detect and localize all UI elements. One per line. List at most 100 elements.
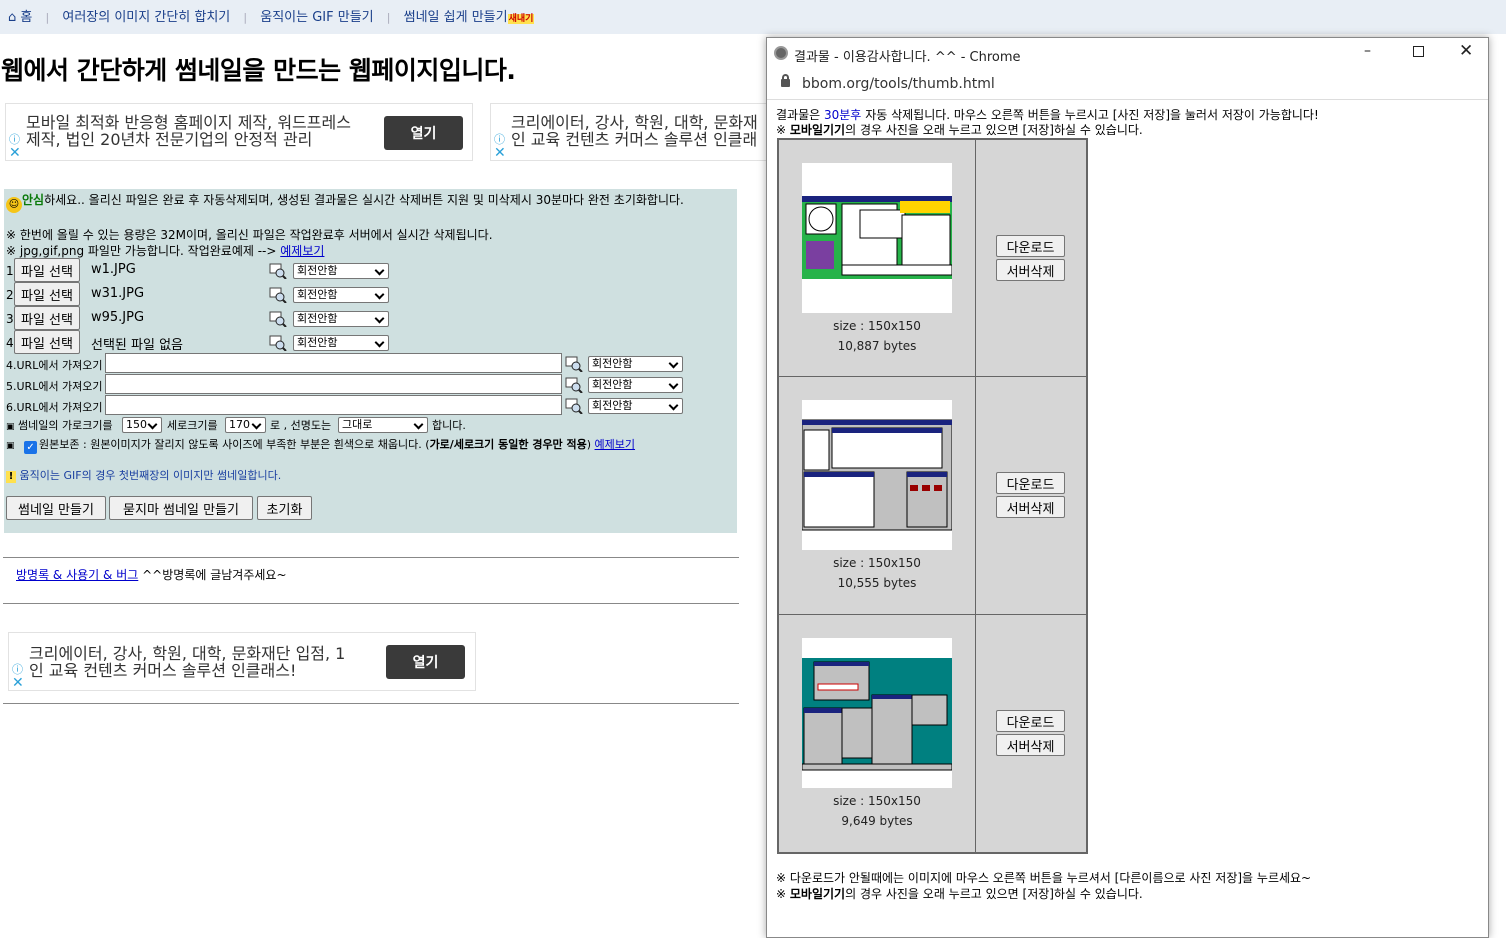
notice-line: ☺ 안심하세요.. 올리신 파일은 완료 후 자동삭제되며, 생성된 결과물은 실… [6,191,684,213]
rotate-select[interactable]: 회전안함 [588,398,683,414]
ad-banner-1[interactable]: 모바일 최적화 반응형 홈페이지 제작, 워드프레스 제작, 법인 20년차 전… [5,103,473,161]
sharpness-select[interactable]: 그대로 [338,417,428,433]
bullet-icon: ▣ [6,422,15,432]
smile-icon: ☺ [6,197,22,213]
action-cell: 다운로드 서버삭제 [975,614,1087,853]
preview-magnifier-icon[interactable] [269,263,287,280]
ad-text: 모바일 최적화 반응형 홈페이지 제작, 워드프레스 제작, 법인 20년차 전… [26,113,351,149]
download-button[interactable]: 다운로드 [996,710,1065,732]
ad-banner-3[interactable]: 크리에이터, 강사, 학원, 대학, 문화재단 입점, 1 인 교육 컨텐츠 커… [8,632,476,691]
preview-magnifier-icon[interactable] [269,287,287,304]
thumbnail-image [802,196,953,279]
preserve-bold: 가로/세로크기 동일한 경우만 적용 [429,438,587,451]
thumbnail-cell: size : 150x150 10,887 bytes [778,139,976,377]
file-select-button[interactable]: 파일 선택 [14,282,80,306]
type-note: ※ jpg,gif,png 파일만 가능합니다. 작업완료예제 --> 예제보기 [6,242,324,259]
example-link[interactable]: 예제보기 [280,244,324,258]
rotate-select[interactable]: 회전안함 [293,335,389,351]
upload-form: ☺ 안심하세요.. 올리신 파일은 완료 후 자동삭제되며, 생성된 결과물은 실… [4,189,737,533]
footer-mobile-note: ※ 모바일기기의 경우 사진을 오래 누르고 있으면 [저장]하실 수 있습니다… [776,885,1143,902]
result-thumbnail[interactable] [801,638,953,788]
guestbook-text: ^^방명록에 글남겨주세요~ [142,568,287,582]
result-popup-window[interactable]: 결과물 - 이용감사합니다. ^^ - Chrome – ✕ bbom.org/… [766,37,1489,938]
file-select-button[interactable]: 파일 선택 [14,330,80,354]
file-select-button[interactable]: 파일 선택 [14,306,80,330]
rotate-select[interactable]: 회전안함 [293,287,389,303]
height-select[interactable]: 170 [225,417,266,433]
server-delete-button[interactable]: 서버삭제 [996,734,1065,756]
url-input[interactable] [105,353,562,373]
home-icon[interactable]: ⌂ [8,10,16,25]
url-input[interactable] [105,374,562,394]
rotate-select[interactable]: 회전안함 [293,311,389,327]
guestbook-link[interactable]: 방명록 & 사용기 & 버그 [16,568,138,582]
download-button[interactable]: 다운로드 [996,235,1065,257]
url-label: 5.URL에서 가져오기 [6,380,103,393]
ad-open-button[interactable]: 열기 [384,116,463,150]
new-badge: 새내기 [507,14,535,24]
reset-button[interactable]: 초기화 [257,496,312,520]
nav-link-thumb[interactable]: 썸네일 쉽게 만들기 [404,10,508,25]
result-bytes: 9,649 bytes [841,814,913,828]
close-icon[interactable]: ✕ [1459,41,1473,61]
gif-notice-text: 움직이는 GIF의 경우 첫번째장의 이미지만 썸네일합니다. [19,469,282,482]
nav-separator: | [45,11,50,24]
address-bar[interactable]: bbom.org/tools/thumb.html [767,70,1488,100]
maximize-icon[interactable] [1413,46,1424,57]
server-delete-button[interactable]: 서버삭제 [996,496,1065,518]
rotate-select[interactable]: 회전안함 [293,263,389,279]
rotate-select[interactable]: 회전안함 [588,356,683,372]
action-cell: 다운로드 서버삭제 [975,376,1087,615]
result-size: size : 150x150 [833,794,921,808]
popup-url: bbom.org/tools/thumb.html [802,76,995,92]
preview-magnifier-icon[interactable] [269,311,287,328]
type-note-text: ※ jpg,gif,png 파일만 가능합니다. 작업완료예제 --> [6,244,277,258]
minimize-icon[interactable]: – [1364,43,1371,59]
url-input[interactable] [105,395,562,415]
result-thumbnail[interactable] [801,400,953,550]
url-label: 6.URL에서 가져오기 [6,401,103,414]
popup-title: 결과물 - 이용감사합니다. ^^ - Chrome [794,50,1021,65]
preview-magnifier-icon[interactable] [565,356,583,373]
size-prefix: 썸네일의 가로크기를 [18,419,113,432]
result-thumbnail[interactable] [802,163,953,313]
ad-close-icon[interactable]: ✕ [9,145,21,160]
rotate-select[interactable]: 회전안함 [588,377,683,393]
server-delete-button[interactable]: 서버삭제 [996,259,1065,281]
notice-text: 하세요.. 올리신 파일은 완료 후 자동삭제되며, 생성된 결과물은 실시간 … [44,193,684,207]
preserve-text: 원본보존 : 원본이미지가 잘리지 않도록 사이즈에 부족한 부분은 흰색으로 … [39,438,430,451]
nav-link-gif[interactable]: 움직이는 GIF 만들기 [260,10,373,25]
file-name: w31.JPG [91,286,145,301]
quick-thumbnail-button[interactable]: 묻지마 썸네일 만들기 [109,496,253,520]
nav-separator: | [243,11,248,24]
file-name: w1.JPG [91,262,136,277]
warning-icon: ! [6,471,16,483]
make-thumbnail-button[interactable]: 썸네일 만들기 [6,496,106,520]
chrome-icon [774,46,788,60]
preserve-example-link[interactable]: 예제보기 [595,438,635,451]
nav-link-merge[interactable]: 여러장의 이미지 간단히 합치기 [62,10,230,25]
ad-open-button[interactable]: 열기 [386,645,465,679]
ad-close-icon[interactable]: ✕ [494,145,506,160]
divider [3,557,739,558]
bullet-icon: ▣ [6,441,15,451]
guestbook-line: 방명록 & 사용기 & 버그 ^^방명록에 글남겨주세요~ [16,566,287,583]
notice-highlight: 안심 [22,193,45,207]
preview-magnifier-icon[interactable] [269,335,287,352]
width-select[interactable]: 150 [122,417,162,433]
ad-banner-2[interactable]: 크리에이터, 강사, 학원, 대학, 문화재 인 교육 컨텐츠 커머스 솔루션 … [490,103,780,161]
footer-note: ※ 다운로드가 안될때에는 이미지에 마우스 오른쪽 버튼을 누르셔서 [다른이… [776,871,1312,885]
file-select-button[interactable]: 파일 선택 [14,258,80,282]
nav-home-link[interactable]: 홈 [20,10,32,25]
divider [3,703,739,704]
popup-title-bar[interactable]: 결과물 - 이용감사합니다. ^^ - Chrome – ✕ [767,38,1488,70]
ad-close-icon[interactable]: ✕ [12,675,24,690]
mobile-prefix: ※ [776,887,787,901]
mobile-bold: 모바일기기 [789,887,846,901]
preserve-checkbox[interactable]: ✓ [24,441,38,454]
preview-magnifier-icon[interactable] [565,377,583,394]
ad-text: 크리에이터, 강사, 학원, 대학, 문화재 인 교육 컨텐츠 커머스 솔루션 … [511,113,758,149]
preview-magnifier-icon[interactable] [565,398,583,415]
download-button[interactable]: 다운로드 [996,472,1065,494]
mobile-text: 의 경우 사진을 오래 누르고 있으면 [저장]하실 수 있습니다. [845,123,1143,137]
